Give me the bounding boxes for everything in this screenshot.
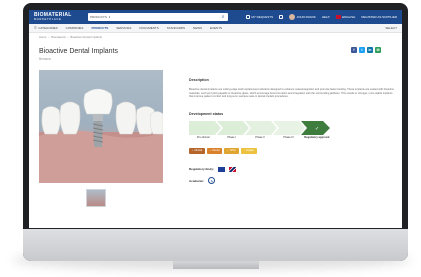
page-title: Bioactive Dental Implants	[39, 48, 118, 55]
monitor-chin	[23, 229, 408, 261]
tag-icon: ▪	[192, 149, 193, 153]
academic-row: Academic: A	[189, 177, 216, 184]
monitor: BIOMATERIAL MARKETPLACE PRODUCTS ▾ ⌕ MY …	[23, 3, 408, 269]
description-title: Description	[189, 78, 209, 82]
breadcrumb-home[interactable]: Home	[39, 35, 46, 39]
monitor-stand	[173, 261, 259, 269]
tag-icon: ▪	[243, 149, 245, 153]
stage-label: Regulatory approval	[304, 136, 330, 139]
breadcrumb-category[interactable]: Biomaterial	[51, 35, 65, 39]
tag[interactable]: ▪ Clinical	[189, 148, 206, 154]
register-label: REGISTER AS SUPPLIER	[361, 15, 397, 19]
tag-label: Clinical	[194, 149, 203, 153]
uk-flag-icon	[229, 167, 237, 172]
twitter-icon[interactable]: t	[359, 47, 365, 53]
my-requests-label: MY REQUESTS	[251, 15, 274, 19]
email-icon[interactable]: ✉	[375, 47, 381, 53]
tag[interactable]: ▪ Dental	[207, 148, 223, 154]
nav-news[interactable]: NEWS	[193, 26, 202, 30]
facebook-icon[interactable]: f	[351, 47, 357, 53]
logo[interactable]: BIOMATERIAL MARKETPLACE	[34, 12, 80, 22]
breadcrumb: Home › Biomaterial › Bioactive Dental Im…	[29, 33, 402, 41]
nav-documents[interactable]: DOCUMENTS	[139, 26, 158, 30]
nav-services[interactable]: SERVICES	[116, 26, 131, 30]
search-bar: PRODUCTS ▾ ⌕	[88, 13, 228, 21]
academic-label: Academic:	[189, 178, 205, 183]
top-links: MY REQUESTS JOHN FRANK HELP ENGLISH REGI…	[245, 14, 397, 20]
regulatory-label: Regulatory Body:	[189, 167, 215, 172]
search-button[interactable]: ⌕	[218, 13, 228, 21]
regulatory-row: Regulatory Body:	[189, 167, 237, 172]
academic-icon[interactable]: A	[208, 177, 216, 184]
language-label: ENGLISH	[342, 15, 356, 19]
breadcrumb-current: Bioactive Dental Implants	[70, 35, 102, 39]
pipeline-labels: Pre-clinical Phase I Phase II Phase III …	[189, 136, 331, 139]
product-tags: ▪ Clinical ▪ Dental ▪ Ortho ▪ Implant	[189, 148, 257, 154]
product-image[interactable]	[39, 70, 163, 183]
flag-icon	[335, 15, 341, 19]
share-buttons: f t in ✉	[351, 47, 381, 53]
tag-label: Ortho	[229, 149, 236, 153]
tag-icon: ▪	[210, 149, 211, 153]
product-thumbnail[interactable]	[86, 189, 106, 207]
product-description: Bioactive dental implants are cutting-ed…	[189, 88, 394, 99]
my-requests-link[interactable]: MY REQUESTS	[245, 15, 274, 19]
user-name: JOHN FRANK	[296, 15, 316, 19]
nav-label: CATEGORIES	[38, 26, 58, 30]
search-category-label: PRODUCTS	[90, 15, 107, 19]
main-nav: ☰ CATEGORIES COMPANIES PRODUCTS SERVICES…	[29, 24, 402, 33]
development-title: Development status	[189, 112, 224, 116]
nav-companies[interactable]: COMPANIES	[66, 26, 84, 30]
linkedin-icon[interactable]: in	[367, 47, 373, 53]
menu-icon: ☰	[34, 26, 37, 30]
nav-standards[interactable]: STANDARDS	[167, 26, 185, 30]
search-category-select[interactable]: PRODUCTS ▾	[88, 13, 110, 21]
eu-flag-icon	[218, 167, 226, 172]
help-label: HELP	[321, 15, 330, 19]
tag-label: Dental	[212, 149, 220, 153]
register-supplier-link[interactable]: REGISTER AS SUPPLIER	[361, 15, 397, 19]
tag[interactable]: ▪ Implant	[240, 148, 257, 154]
user-menu[interactable]: JOHN FRANK	[289, 14, 316, 20]
avatar	[289, 14, 296, 20]
check-icon: ✓	[315, 126, 319, 132]
nav-categories[interactable]: ☰ CATEGORIES	[34, 26, 58, 30]
top-bar: BIOMATERIAL MARKETPLACE PRODUCTS ▾ ⌕ MY …	[29, 10, 402, 24]
search-icon: ⌕	[221, 14, 225, 20]
stage-label: Phase I	[227, 136, 236, 139]
dental-implant-illustration	[39, 88, 163, 183]
breadcrumb-separator: ›	[67, 35, 69, 39]
search-input[interactable]	[110, 13, 218, 21]
breadcrumb-separator: ›	[48, 35, 50, 39]
tag-label: Implant	[246, 149, 254, 153]
screen: BIOMATERIAL MARKETPLACE PRODUCTS ▾ ⌕ MY …	[29, 10, 402, 228]
requests-icon	[245, 15, 250, 19]
tag-icon: ▪	[227, 149, 229, 153]
development-pipeline: ✓	[189, 121, 330, 135]
tag[interactable]: ▪ Ortho	[224, 148, 239, 154]
notifications-link[interactable]	[279, 15, 284, 19]
stage-label: Pre-clinical	[196, 136, 210, 139]
nav-events[interactable]: EVENTS	[210, 26, 222, 30]
logo-sub: MARKETPLACE	[34, 17, 62, 21]
stage-label: Phase II	[255, 136, 265, 139]
bell-icon	[279, 15, 284, 19]
company-name[interactable]: Bemaca	[39, 57, 51, 61]
stage-label: Phase III	[283, 136, 294, 139]
nav-select[interactable]: SELECT	[385, 26, 397, 30]
nav-products[interactable]: PRODUCTS	[91, 26, 108, 30]
language-select[interactable]: ENGLISH	[335, 15, 356, 19]
help-link[interactable]: HELP	[322, 15, 330, 19]
